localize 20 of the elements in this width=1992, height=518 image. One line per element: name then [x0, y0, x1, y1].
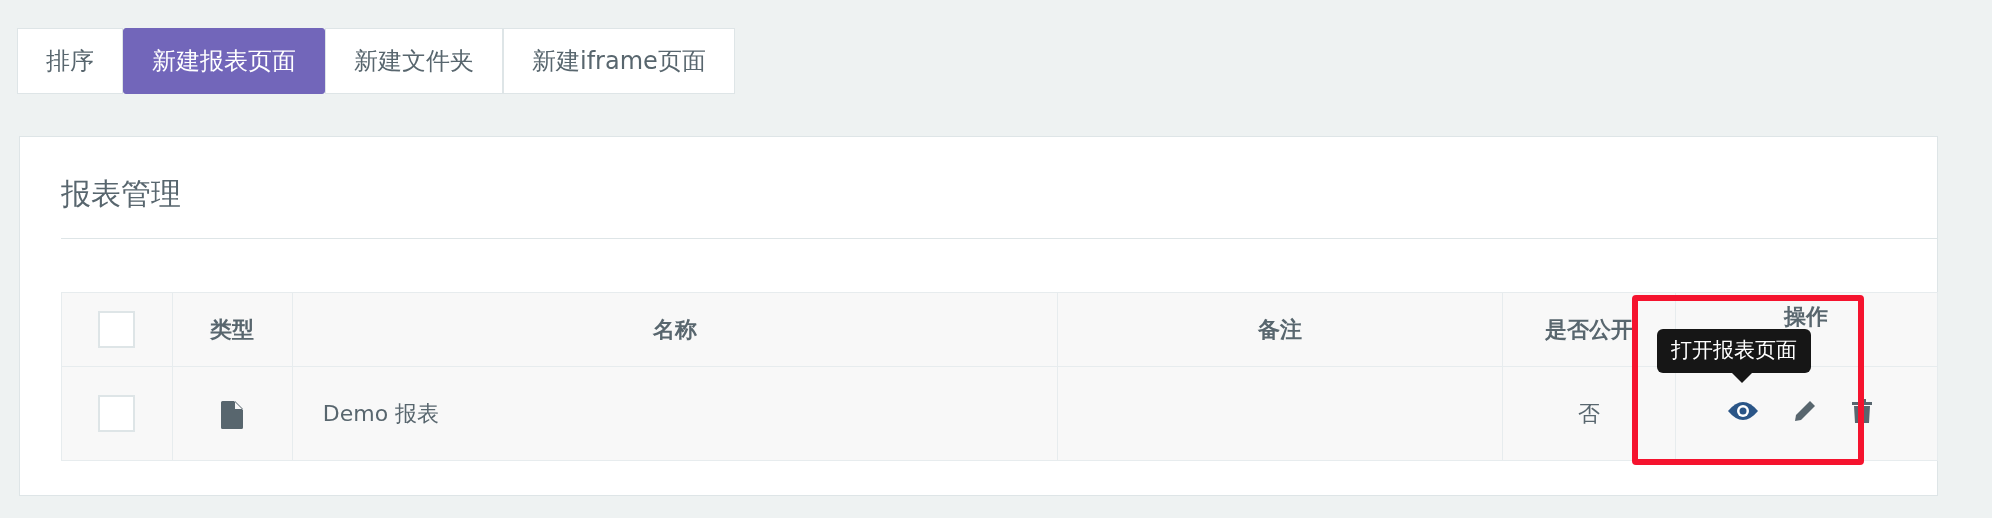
edit-icon[interactable]	[1794, 400, 1816, 422]
checkbox[interactable]	[98, 395, 136, 432]
toolbar-button[interactable]: 排序	[17, 28, 123, 94]
delete-icon[interactable]	[1852, 399, 1872, 423]
column-header: 名称	[653, 317, 698, 342]
view-icon[interactable]	[1728, 401, 1758, 421]
column-header: 是否公开	[1545, 317, 1634, 342]
column-header: 类型	[210, 317, 255, 342]
checkbox[interactable]	[98, 311, 136, 348]
toolbar-button[interactable]: 新建文件夹	[325, 28, 503, 94]
toolbar-button[interactable]: 新建iframe页面	[503, 28, 735, 94]
report-name: Demo 报表	[322, 401, 440, 426]
panel-title: 报表管理	[61, 177, 182, 210]
tooltip: 打开报表页面	[1657, 329, 1811, 373]
column-header: 操作	[1784, 304, 1829, 329]
file-icon	[221, 401, 244, 429]
public-status: 否	[1578, 401, 1601, 426]
toolbar-button[interactable]: 新建报表页面	[123, 28, 325, 94]
tooltip-arrow	[1732, 373, 1752, 383]
column-header: 备注	[1258, 317, 1303, 342]
